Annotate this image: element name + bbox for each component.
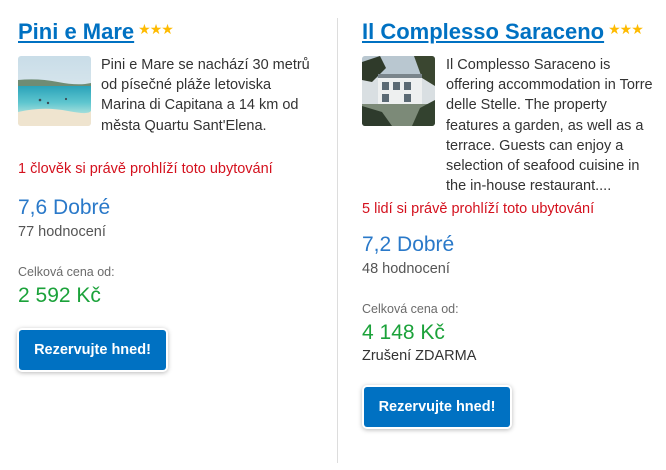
book-now-button[interactable]: Rezervujte hned! (19, 330, 166, 370)
review-score: 7,2 Dobré (362, 233, 455, 256)
free-cancellation: Zrušení ZDARMA (362, 348, 477, 364)
star-rating-icon: ★★★ (138, 21, 174, 37)
hotel-card-pini-e-mare: Pini e Mare ★★★ Pini e Mare se nachází 3… (0, 0, 333, 470)
review-count: 48 hodnocení (362, 261, 450, 277)
viewers-notice: 1 člověk si právě prohlíží toto ubytován… (18, 161, 273, 177)
hotel-name[interactable]: Il Complesso Saraceno (362, 19, 604, 44)
hotel-description: Il Complesso Saraceno is offering accomm… (446, 57, 653, 195)
hotel-description: Pini e Mare se nachází 30 metrů od píseč… (101, 57, 310, 134)
price-label: Celková cena od: (362, 302, 459, 316)
total-price: 2 592 Kč (18, 284, 101, 307)
star-rating-icon: ★★★ (608, 21, 644, 37)
review-score: 7,6 Dobré (18, 196, 111, 219)
price-label: Celková cena od: (18, 265, 115, 279)
hotel-name-link[interactable]: Il Complesso Saraceno ★★★ (362, 19, 644, 47)
viewers-notice: 5 lidí si právě prohlíží toto ubytování (362, 201, 595, 217)
hotel-photo-beach[interactable] (18, 56, 91, 126)
hotel-name[interactable]: Pini e Mare (18, 19, 134, 44)
book-now-button[interactable]: Rezervujte hned! (364, 387, 510, 427)
hotel-photo-building[interactable] (362, 56, 435, 126)
hotel-card-il-complesso-saraceno: Il Complesso Saraceno ★★★ Il Complesso Sa… (346, 0, 666, 470)
review-count: 77 hodnocení (18, 224, 106, 240)
total-price: 4 148 Kč (362, 321, 445, 344)
card-divider (337, 18, 338, 463)
hotel-name-link[interactable]: Pini e Mare ★★★ (18, 19, 174, 47)
